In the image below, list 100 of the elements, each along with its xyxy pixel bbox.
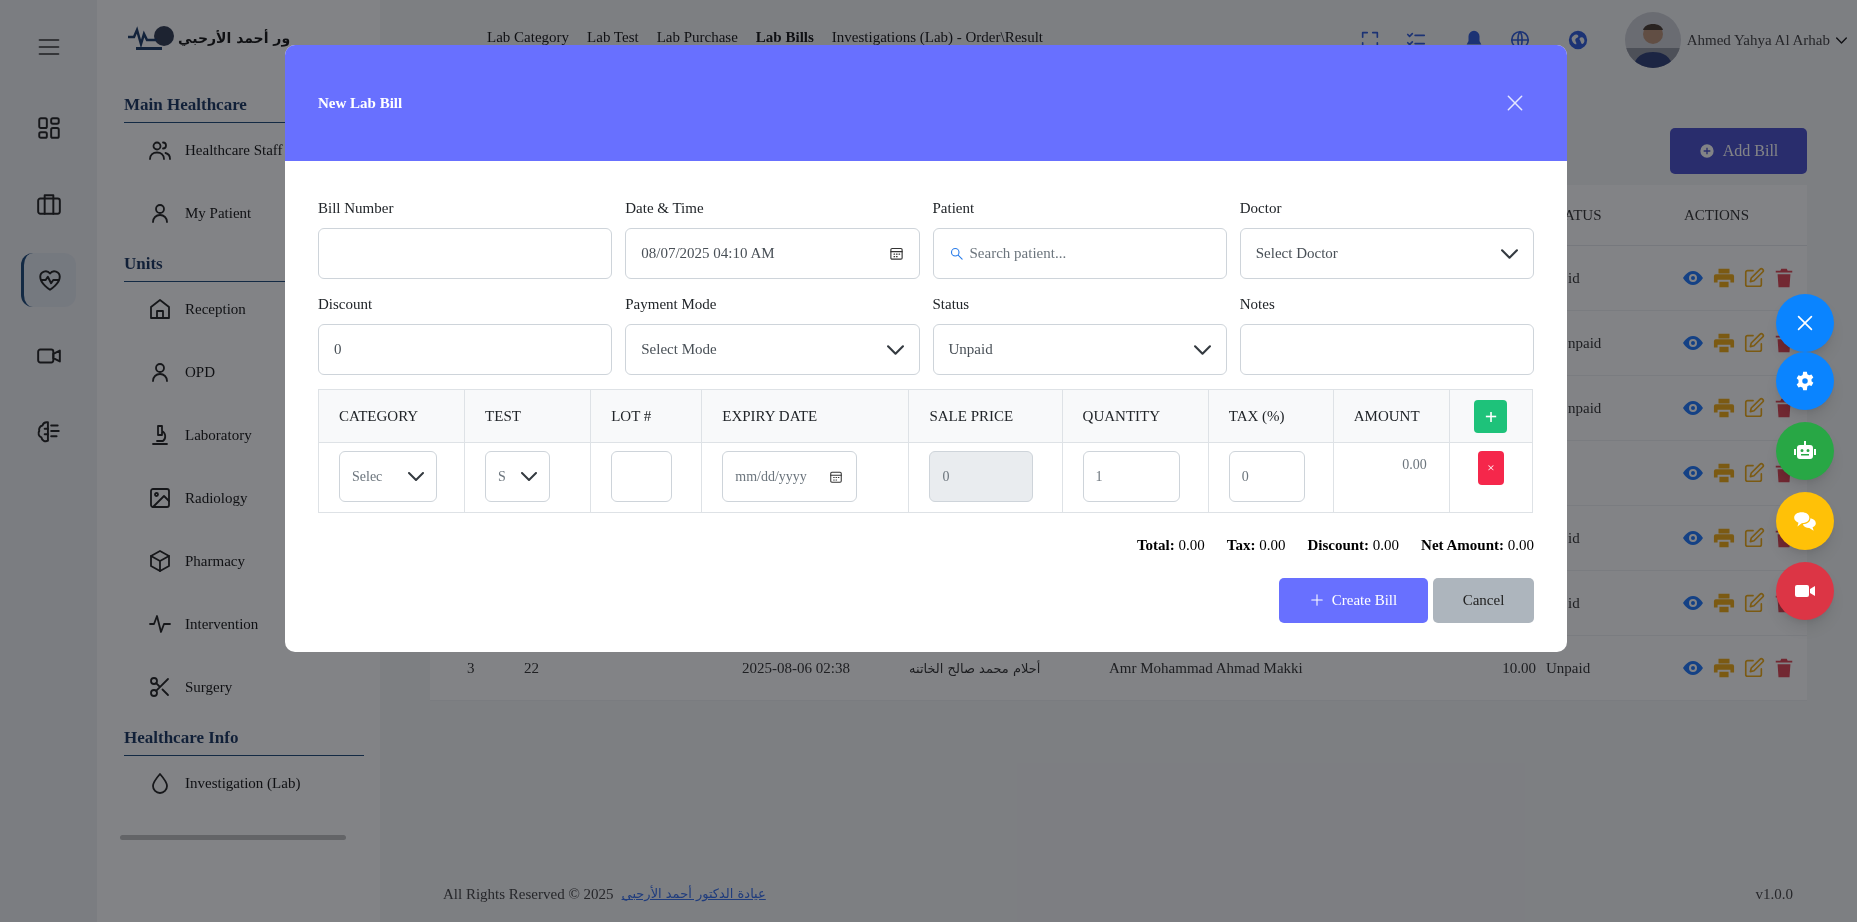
calendar-icon xyxy=(888,246,904,261)
text-field[interactable] xyxy=(318,228,613,279)
column-header: CATEGORY xyxy=(339,407,419,424)
column-header: EXPIRY DATE xyxy=(722,407,818,424)
printer-icon[interactable] xyxy=(1713,462,1735,484)
select-field[interactable]: Selec xyxy=(339,451,437,502)
printer-icon[interactable] xyxy=(1713,397,1735,419)
printer-icon[interactable] xyxy=(1713,657,1735,679)
nav-link[interactable]: Investigations (Lab) - Order\Result xyxy=(831,25,1043,49)
chevron-icon xyxy=(886,344,904,355)
version-text: v1.0.0 xyxy=(1755,884,1793,904)
edit-icon[interactable] xyxy=(1743,462,1765,484)
nav-link[interactable]: Lab Purchase xyxy=(656,25,738,49)
date-field[interactable]: mm/dd/yyyy xyxy=(722,451,858,502)
edit-icon[interactable] xyxy=(1743,267,1765,289)
chevron-icon xyxy=(521,472,538,481)
select-field[interactable]: S xyxy=(485,451,551,502)
select-field[interactable]: Unpaid xyxy=(932,324,1227,375)
edit-icon[interactable] xyxy=(1743,592,1765,614)
total-text: Total: 0.00 xyxy=(1137,536,1205,555)
image-icon xyxy=(148,486,172,510)
nav-link[interactable]: Lab Bills xyxy=(755,25,814,49)
table-cell: Unpaid xyxy=(1546,659,1591,676)
column-header: QUANTITY xyxy=(1082,407,1161,424)
gear-icon xyxy=(1794,370,1816,392)
column-header: ATUS xyxy=(1564,206,1602,223)
edit-icon[interactable] xyxy=(1743,332,1765,354)
floating-action-button[interactable] xyxy=(1776,492,1834,550)
chevron-icon xyxy=(408,472,424,481)
text-field[interactable] xyxy=(1239,324,1534,375)
floating-action-button[interactable] xyxy=(1776,422,1834,480)
plus-icon xyxy=(1309,593,1324,607)
nav-link[interactable]: Lab Category xyxy=(487,25,570,49)
field-label: Doctor xyxy=(1239,199,1282,218)
field-label: Notes xyxy=(1239,295,1275,314)
column-header: SALE PRICE xyxy=(929,407,1014,424)
sidebar-item[interactable]: Surgery xyxy=(124,660,354,714)
table-cell: 10.00 xyxy=(1502,659,1536,676)
brain-icon xyxy=(35,419,62,445)
search-field[interactable]: Search patient... xyxy=(932,228,1227,279)
column-header: ACTIONS xyxy=(1684,206,1749,223)
modal-title: New Lab Bill xyxy=(318,93,403,113)
dashboard-icon xyxy=(35,115,62,141)
table-cell: 3 xyxy=(467,659,475,676)
table-cell: Amr Mohammad Ahmad Makki xyxy=(1109,659,1303,676)
edit-icon[interactable] xyxy=(1743,397,1765,419)
section-heading: Units xyxy=(124,254,163,274)
printer-icon[interactable] xyxy=(1713,267,1735,289)
create-bill-button[interactable]: Create Bill xyxy=(1279,577,1428,623)
add-bill-button[interactable]: Add Bill xyxy=(1670,128,1807,174)
field-label: Discount xyxy=(318,295,373,314)
search-icon xyxy=(948,246,964,261)
amount-text: 0.00 xyxy=(1402,457,1427,472)
globe-icon[interactable] xyxy=(1566,29,1589,51)
pulse-icon xyxy=(148,612,172,636)
column-header: TEST xyxy=(485,407,521,424)
sidebar-item[interactable]: Investigation (Lab) xyxy=(124,756,354,810)
scissors-icon xyxy=(148,675,172,699)
text-field[interactable]: 0 xyxy=(318,324,613,375)
logo-text: ور أحمد الأرحبي xyxy=(178,28,291,49)
trash-icon[interactable] xyxy=(1773,657,1795,679)
table-cell: 2025-08-06 02:38 xyxy=(742,659,850,676)
close-icon[interactable] xyxy=(1505,93,1525,113)
chevron-icon xyxy=(1501,248,1518,259)
floating-action-button[interactable] xyxy=(1776,562,1834,620)
printer-icon[interactable] xyxy=(1713,592,1735,614)
logo-icon xyxy=(126,23,174,53)
user-name[interactable]: Ahmed Yahya Al Arhab xyxy=(1686,28,1830,52)
column-header: AMOUNT xyxy=(1353,407,1420,424)
scrollbar[interactable] xyxy=(120,835,346,840)
sidebar-item[interactable]: Intervention xyxy=(124,597,354,651)
number-field[interactable] xyxy=(611,451,673,502)
total-text: Tax: 0.00 xyxy=(1226,536,1286,555)
floating-action-button[interactable] xyxy=(1776,294,1834,352)
field-label: Payment Mode xyxy=(625,295,717,314)
home-icon xyxy=(148,297,172,321)
sidebar-item[interactable]: Healthcare Staff xyxy=(124,123,354,177)
heart-pulse-icon xyxy=(37,267,63,293)
field-label: Bill Number xyxy=(318,199,394,218)
briefcase-icon xyxy=(35,191,62,217)
printer-icon[interactable] xyxy=(1713,332,1735,354)
section-heading: Healthcare Info xyxy=(124,728,239,748)
trash-icon[interactable] xyxy=(1773,267,1795,289)
select-field[interactable]: Select Doctor xyxy=(1239,228,1534,279)
cancel-button[interactable]: Cancel xyxy=(1433,577,1534,623)
sidebar-item[interactable]: Pharmacy xyxy=(124,534,354,588)
printer-icon[interactable] xyxy=(1713,527,1735,549)
nav-link[interactable]: Lab Test xyxy=(587,25,639,49)
edit-icon[interactable] xyxy=(1743,527,1765,549)
remove-row-button[interactable]: × xyxy=(1477,451,1504,485)
number-field[interactable]: 1 xyxy=(1082,451,1180,502)
floating-action-button[interactable] xyxy=(1776,352,1834,410)
table-cell: أحلام محمد صالح الخاتنه xyxy=(909,660,1041,676)
number-field[interactable]: 0 xyxy=(1228,451,1305,502)
clinic-link[interactable]: عيادة الدكتور أحمد الأرحبي xyxy=(621,884,766,904)
select-field[interactable]: Select Mode xyxy=(625,324,920,375)
copyright-text: All Rights Reserved © 2025 xyxy=(443,884,614,904)
edit-icon[interactable] xyxy=(1743,657,1765,679)
rail-item[interactable] xyxy=(21,253,76,307)
date-time-field[interactable]: 08/07/2025 04:10 AM xyxy=(625,228,920,279)
